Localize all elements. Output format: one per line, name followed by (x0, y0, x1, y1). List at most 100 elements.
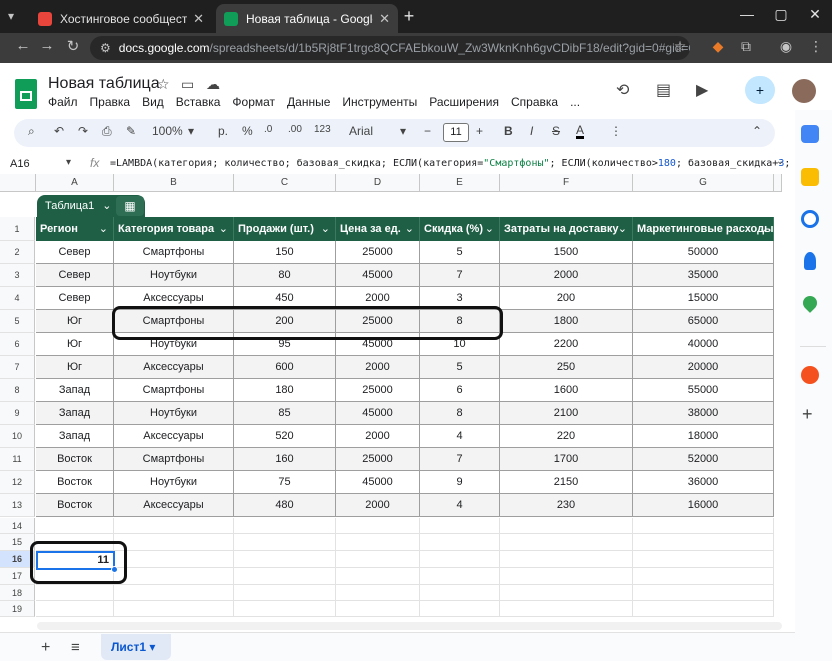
keep-icon[interactable] (801, 168, 819, 186)
table-cell[interactable]: 200 (500, 287, 633, 310)
row-header-10[interactable]: 10 (0, 425, 35, 448)
table-cell[interactable]: Аксессуары (114, 356, 234, 379)
table-header-cell[interactable]: Продажи (шт.) ⌄ (234, 217, 336, 241)
collapse-menus-icon[interactable]: ⌃ (752, 124, 762, 138)
chevron-down-icon[interactable]: ⌄ (759, 217, 768, 241)
table-cell[interactable]: 9 (420, 471, 500, 494)
table-cell[interactable]: 8 (420, 402, 500, 425)
empty-cell[interactable] (114, 518, 234, 534)
table-cell[interactable]: 2200 (500, 333, 633, 356)
expand-formula-icon[interactable]: ⌄ (776, 156, 784, 167)
empty-cell[interactable] (36, 601, 114, 617)
table-cell[interactable]: Восток (36, 494, 114, 517)
chevron-down-icon[interactable]: ⌄ (321, 217, 330, 241)
table-cell[interactable]: 2150 (500, 471, 633, 494)
table-cell[interactable]: 2000 (336, 494, 420, 517)
table-cell[interactable]: 230 (500, 494, 633, 517)
comments-icon[interactable]: ▤ (656, 80, 671, 100)
font-select[interactable]: Arial (349, 124, 373, 138)
column-header-g[interactable]: G (633, 174, 774, 192)
table-cell[interactable]: Смартфоны (114, 241, 234, 264)
table-cell[interactable]: Ноутбуки (114, 402, 234, 425)
table-cell[interactable]: Юг (36, 333, 114, 356)
table-cell[interactable]: 600 (234, 356, 336, 379)
table-cell[interactable]: 38000 (633, 402, 774, 425)
chevron-down-icon[interactable]: ▾ (188, 124, 194, 138)
table-cell[interactable]: Аксессуары (114, 425, 234, 448)
empty-cell[interactable] (500, 534, 633, 551)
column-header-a[interactable]: A (36, 174, 114, 192)
table-cell[interactable]: Юг (36, 356, 114, 379)
paint-format-icon[interactable]: ✎ (126, 124, 136, 138)
empty-cell[interactable] (336, 551, 420, 568)
menu-format[interactable]: Формат (232, 95, 275, 109)
table-cell[interactable]: 160 (234, 448, 336, 471)
table-cell[interactable]: 1500 (500, 241, 633, 264)
table-cell[interactable]: Смартфоны (114, 448, 234, 471)
empty-cell[interactable] (420, 534, 500, 551)
empty-cell[interactable] (420, 601, 500, 617)
table-cell[interactable]: Север (36, 287, 114, 310)
table-cell[interactable]: 50000 (633, 241, 774, 264)
share-button[interactable]: + (745, 76, 775, 104)
reload-icon[interactable]: ↻ (62, 37, 84, 55)
empty-cell[interactable] (336, 601, 420, 617)
bold-button[interactable]: B (504, 124, 513, 138)
empty-cell[interactable] (114, 568, 234, 585)
empty-cell[interactable] (500, 601, 633, 617)
row-header-19[interactable]: 19 (0, 601, 35, 617)
move-folder-icon[interactable]: ▭ (181, 76, 194, 93)
menu-file[interactable]: Файл (48, 95, 78, 109)
empty-cell[interactable] (336, 585, 420, 601)
tasks-icon[interactable] (801, 210, 819, 228)
column-header-f[interactable]: F (500, 174, 633, 192)
currency-format-button[interactable]: р. (218, 124, 228, 138)
table-cell[interactable]: 520 (234, 425, 336, 448)
menu-data[interactable]: Данные (287, 95, 330, 109)
table-cell[interactable]: Восток (36, 471, 114, 494)
empty-cell[interactable] (234, 601, 336, 617)
row-header-13[interactable]: 13 (0, 494, 35, 517)
table-cell[interactable]: 180 (234, 379, 336, 402)
empty-cell[interactable] (633, 551, 774, 568)
empty-cell[interactable] (500, 568, 633, 585)
table-cell[interactable]: Запад (36, 402, 114, 425)
empty-cell[interactable] (633, 534, 774, 551)
chevron-down-icon[interactable]: ▾ (149, 640, 155, 654)
table-cell[interactable]: 40000 (633, 333, 774, 356)
avatar[interactable] (792, 79, 816, 103)
undo-icon[interactable]: ↶ (54, 124, 64, 138)
empty-cell[interactable] (633, 601, 774, 617)
empty-cell[interactable] (420, 551, 500, 568)
row-header-9[interactable]: 9 (0, 402, 35, 425)
empty-cell[interactable] (336, 518, 420, 534)
formula-input[interactable]: =LAMBDA(категория; количество; базовая_с… (110, 158, 790, 169)
chevron-down-icon[interactable]: ⌄ (102, 200, 111, 212)
text-color-button[interactable]: A (576, 124, 585, 139)
table-cell[interactable]: 75 (234, 471, 336, 494)
table-cell[interactable]: Север (36, 241, 114, 264)
chevron-down-icon[interactable]: ⌄ (405, 217, 414, 241)
close-tab-icon[interactable]: ✕ (193, 11, 204, 27)
tab-search-icon[interactable]: ▾ (8, 9, 22, 23)
redo-icon[interactable]: ↷ (78, 124, 88, 138)
table-cell[interactable]: 7 (420, 264, 500, 287)
table-cell[interactable]: Запад (36, 379, 114, 402)
chevron-down-icon[interactable]: ⌄ (219, 217, 228, 241)
table-cell[interactable]: 52000 (633, 448, 774, 471)
zoom-select[interactable]: 100% (152, 124, 183, 138)
table-cell[interactable]: 45000 (336, 402, 420, 425)
chevron-down-icon[interactable]: ⌄ (618, 217, 627, 241)
empty-cell[interactable] (234, 551, 336, 568)
table-header-cell[interactable]: Затраты на доставку ⌄ (500, 217, 633, 241)
table-cell[interactable]: Ноутбуки (114, 264, 234, 287)
table-cell[interactable]: 45000 (336, 264, 420, 287)
addon-icon[interactable] (801, 366, 819, 384)
table-cell[interactable]: 25000 (336, 241, 420, 264)
row-header-1[interactable]: 1 (0, 217, 35, 241)
browser-menu-icon[interactable]: ⋮ (806, 38, 826, 55)
chevron-down-icon[interactable]: ⌄ (485, 217, 494, 241)
empty-cell[interactable] (633, 585, 774, 601)
table-cell[interactable]: 45000 (336, 471, 420, 494)
meet-icon[interactable]: ▶ (696, 80, 708, 100)
